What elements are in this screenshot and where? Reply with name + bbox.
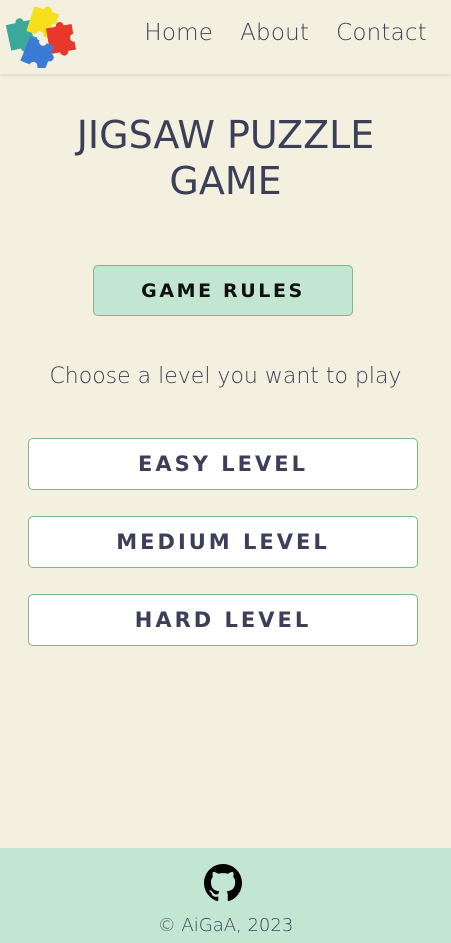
nav-about-link[interactable]: About: [240, 20, 309, 46]
easy-level-button[interactable]: EASY LEVEL: [28, 438, 418, 490]
nav-contact-link[interactable]: Contact: [336, 20, 427, 46]
page-title: JIGSAW PUZZLE GAME: [76, 113, 375, 203]
header: Home About Contact: [0, 0, 451, 74]
nav-home-link[interactable]: Home: [144, 20, 213, 46]
medium-level-button[interactable]: MEDIUM LEVEL: [28, 516, 418, 568]
puzzle-logo-icon[interactable]: [6, 4, 76, 68]
page: Home About Contact JIGSAW PUZZLE GAME GA…: [0, 0, 451, 943]
copyright-text: © AiGaA, 2023: [157, 915, 294, 936]
hard-level-button[interactable]: HARD LEVEL: [28, 594, 418, 646]
choose-level-text: Choose a level you want to play: [49, 364, 402, 389]
footer: © AiGaA, 2023: [0, 848, 451, 943]
game-rules-button[interactable]: GAME RULES: [93, 265, 353, 316]
github-icon[interactable]: [204, 864, 242, 902]
main-nav: Home About Contact: [144, 20, 427, 46]
